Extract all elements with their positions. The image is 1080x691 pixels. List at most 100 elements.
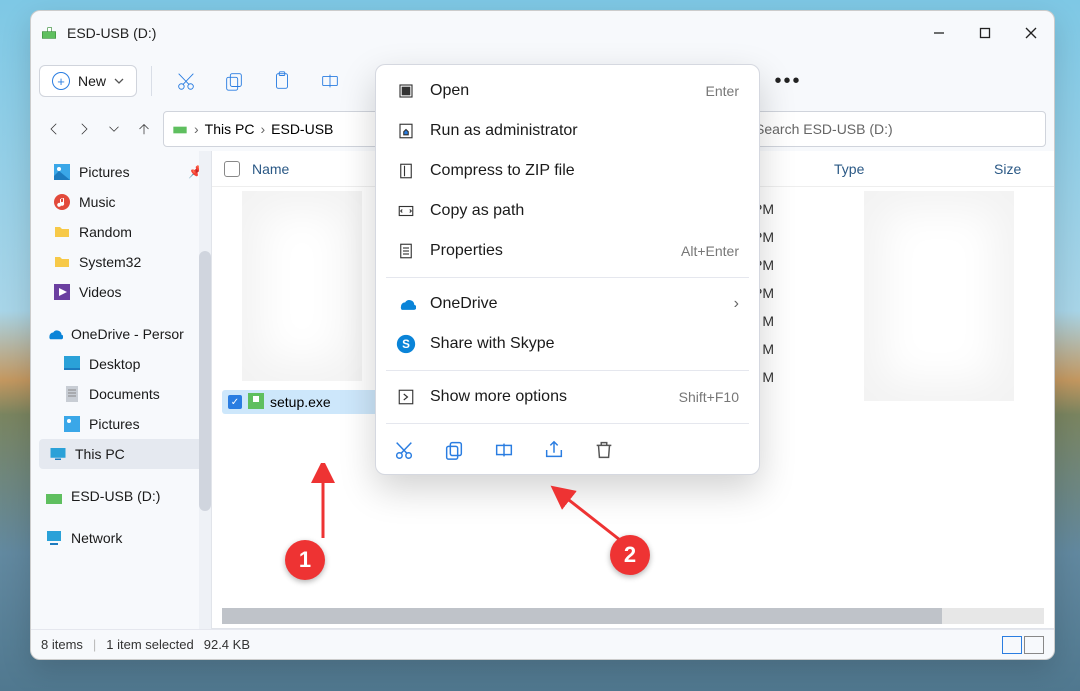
new-label: New: [78, 73, 106, 89]
rename-button[interactable]: [310, 61, 350, 101]
menu-label: Share with Skype: [430, 335, 739, 353]
status-selected: 1 item selected: [106, 637, 193, 652]
chevron-down-icon: [114, 76, 124, 86]
sidebar-item-label: Desktop: [89, 356, 140, 372]
sidebar-item-pictures[interactable]: Pictures 📌: [35, 157, 211, 187]
monitor-icon: [49, 445, 67, 463]
new-button[interactable]: + New: [39, 65, 137, 97]
menu-label: Open: [430, 82, 692, 100]
row-checkbox[interactable]: ✓: [228, 395, 242, 409]
divider: [151, 66, 152, 96]
minimize-button[interactable]: [916, 11, 962, 55]
sidebar-item-pictures-od[interactable]: Pictures: [35, 409, 211, 439]
details-view-button[interactable]: [1002, 636, 1022, 654]
column-size[interactable]: Size: [994, 161, 1054, 177]
sidebar-item-documents[interactable]: Documents: [35, 379, 211, 409]
window-title: ESD-USB (D:): [67, 25, 156, 41]
sidebar-item-label: Videos: [79, 284, 122, 300]
crumb-this-pc[interactable]: This PC: [205, 121, 255, 137]
titlebar: ESD-USB (D:): [31, 11, 1054, 55]
share-icon[interactable]: [542, 438, 566, 462]
menu-run-as-admin[interactable]: Run as administrator: [382, 111, 753, 151]
back-button[interactable]: [43, 118, 65, 140]
sidebar-item-random[interactable]: Random: [35, 217, 211, 247]
cut-icon[interactable]: [392, 438, 416, 462]
horizontal-scrollbar[interactable]: [222, 608, 1044, 624]
ellipsis-icon: •••: [775, 70, 802, 93]
blurred-content: [242, 191, 362, 381]
sidebar-item-label: Pictures: [79, 164, 130, 180]
sidebar-item-label: Random: [79, 224, 132, 240]
menu-compress-zip[interactable]: Compress to ZIP file: [382, 151, 753, 191]
context-menu: Open Enter Run as administrator Compress…: [375, 64, 760, 475]
menu-open[interactable]: Open Enter: [382, 71, 753, 111]
status-size: 92.4 KB: [204, 637, 250, 652]
crumb-drive[interactable]: ESD-USB: [271, 121, 333, 137]
maximize-button[interactable]: [962, 11, 1008, 55]
drive-icon: [45, 487, 63, 505]
rename-icon[interactable]: [492, 438, 516, 462]
sidebar-item-drive[interactable]: ESD-USB (D:): [35, 481, 211, 511]
close-button[interactable]: [1008, 11, 1054, 55]
skype-icon: S: [396, 334, 416, 354]
shield-icon: [396, 121, 416, 141]
menu-separator: [386, 277, 749, 278]
delete-icon[interactable]: [592, 438, 616, 462]
sidebar-item-system32[interactable]: System32: [35, 247, 211, 277]
sidebar-item-music[interactable]: Music: [35, 187, 211, 217]
column-type[interactable]: Type: [834, 161, 994, 177]
navigation-sidebar: Pictures 📌 Music Random System32 Videos: [31, 151, 211, 629]
sidebar-item-label: Pictures: [89, 416, 140, 432]
thumbnails-view-button[interactable]: [1024, 636, 1044, 654]
more-icon: [396, 387, 416, 407]
sidebar-scrollthumb[interactable]: [199, 251, 211, 511]
menu-show-more[interactable]: Show more options Shift+F10: [382, 377, 753, 417]
plus-icon: +: [52, 72, 70, 90]
menu-copy-as-path[interactable]: Copy as path: [382, 191, 753, 231]
open-icon: [396, 81, 416, 101]
see-more-button[interactable]: •••: [768, 61, 808, 101]
sidebar-item-network[interactable]: Network: [35, 523, 211, 553]
cut-button[interactable]: [166, 61, 206, 101]
drive-icon: [41, 25, 59, 41]
file-row-selected[interactable]: ✓ setup.exe: [222, 390, 382, 414]
menu-label: Copy as path: [430, 202, 739, 220]
menu-label: Run as administrator: [430, 122, 739, 140]
sidebar-item-label: This PC: [75, 446, 125, 462]
sidebar-item-label: System32: [79, 254, 141, 270]
menu-hint: Enter: [706, 83, 739, 99]
scrollthumb[interactable]: [222, 608, 942, 624]
onedrive-icon: [45, 325, 63, 343]
folder-icon: [53, 253, 71, 271]
select-all-checkbox[interactable]: [224, 161, 240, 177]
menu-properties[interactable]: Properties Alt+Enter: [382, 231, 753, 271]
sidebar-item-this-pc[interactable]: This PC: [39, 439, 207, 469]
pictures-icon: [63, 415, 81, 433]
sidebar-item-onedrive[interactable]: OneDrive - Persor: [35, 319, 211, 349]
status-items: 8 items: [41, 637, 83, 652]
chevron-right-icon: ›: [194, 121, 199, 137]
search-placeholder: Search ESD-USB (D:): [755, 121, 893, 137]
sidebar-item-label: Documents: [89, 386, 160, 402]
copy-icon[interactable]: [442, 438, 466, 462]
menu-hint: Alt+Enter: [681, 243, 739, 259]
path-icon: [396, 201, 416, 221]
sidebar-item-label: OneDrive - Persor: [71, 326, 184, 342]
sidebar-item-desktop[interactable]: Desktop: [35, 349, 211, 379]
pictures-icon: [53, 163, 71, 181]
history-dropdown[interactable]: [103, 118, 125, 140]
menu-label: Compress to ZIP file: [430, 162, 739, 180]
forward-button[interactable]: [73, 118, 95, 140]
callout-badge-1: 1: [285, 540, 325, 580]
copy-button[interactable]: [214, 61, 254, 101]
filename: setup.exe: [270, 394, 331, 410]
menu-share-skype[interactable]: S Share with Skype: [382, 324, 753, 364]
up-button[interactable]: [133, 118, 155, 140]
onedrive-icon: [396, 294, 416, 314]
menu-onedrive[interactable]: OneDrive ›: [382, 284, 753, 324]
sidebar-item-videos[interactable]: Videos: [35, 277, 211, 307]
search-input[interactable]: Search ESD-USB (D:): [746, 111, 1046, 147]
sidebar-item-label: Network: [71, 530, 122, 546]
paste-button[interactable]: [262, 61, 302, 101]
chevron-right-icon: ›: [260, 121, 265, 137]
